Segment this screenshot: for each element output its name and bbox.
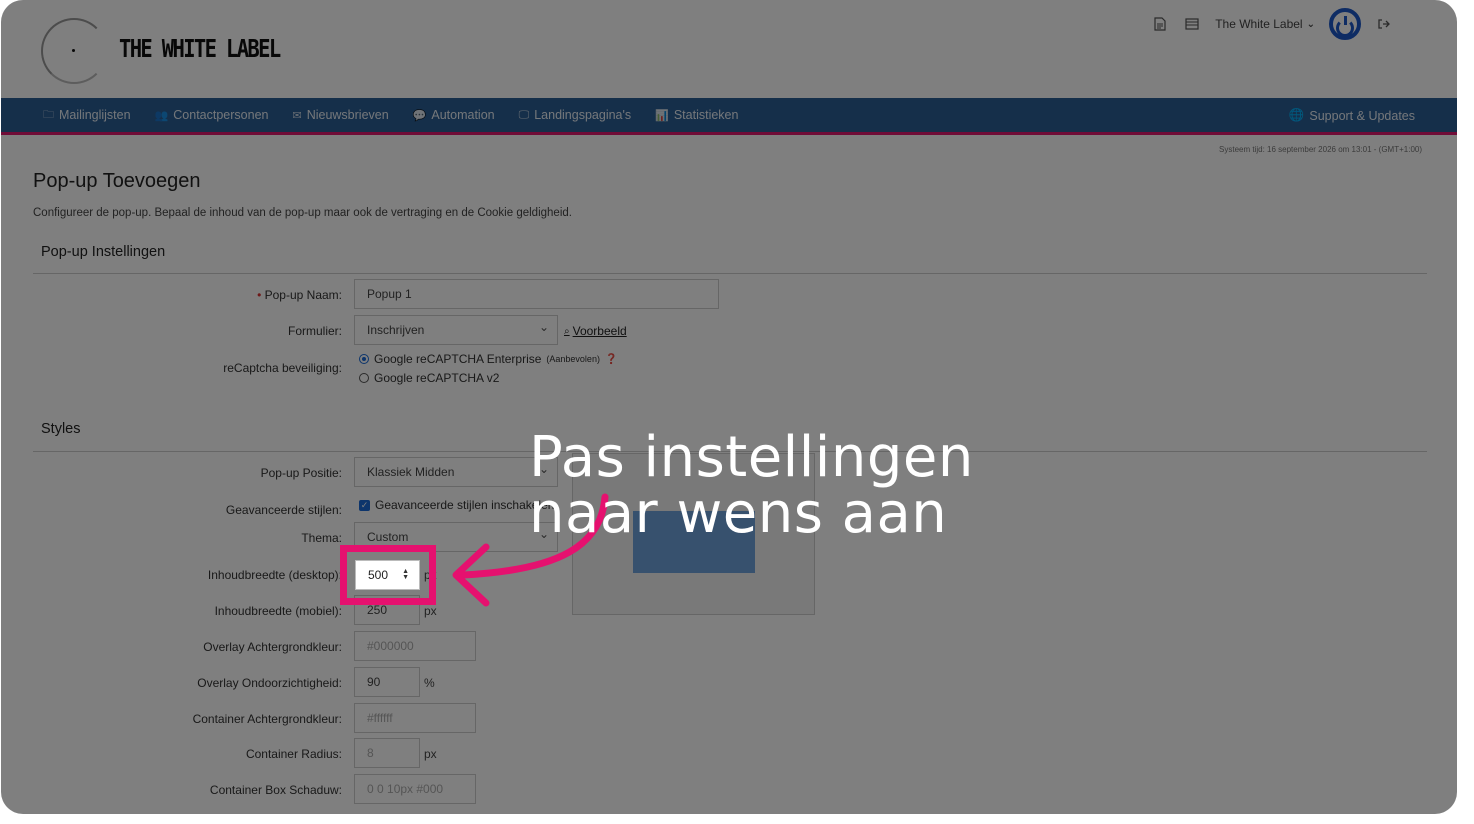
callout-text: Pas instellingen naar wens aan <box>529 430 974 542</box>
callout-line-1: Pas instellingen <box>529 425 974 490</box>
highlight-box <box>340 545 436 605</box>
app-window: THE WHITE LABEL The White Label ⌄ 🗀 Mail… <box>1 0 1457 814</box>
tutorial-dim-overlay <box>1 0 1457 814</box>
callout-line-2: naar wens aan <box>529 481 948 546</box>
